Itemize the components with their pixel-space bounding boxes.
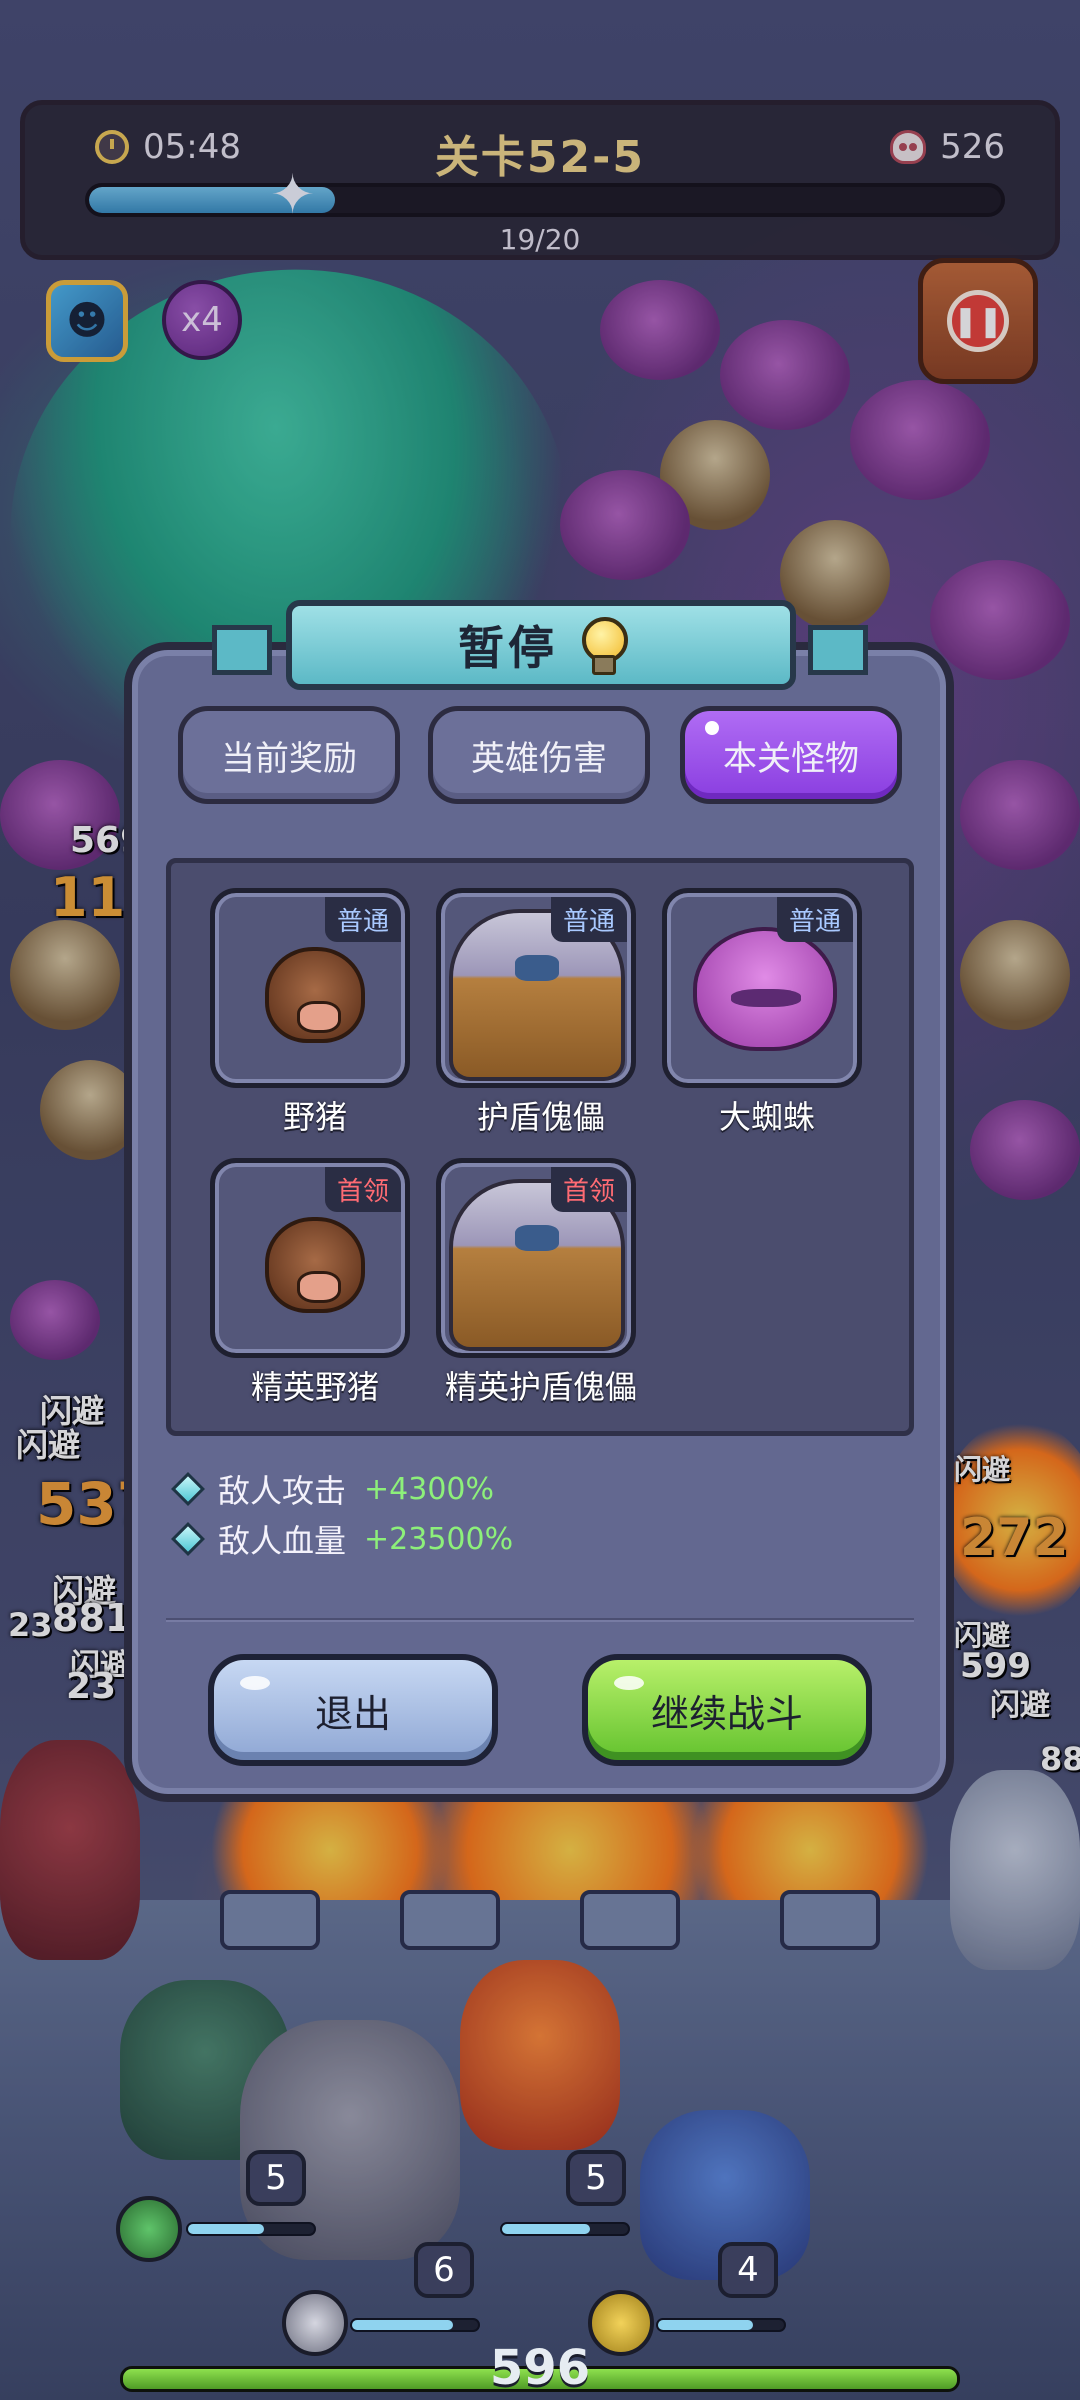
monster-card[interactable]: 首领 精英野猪 (210, 1158, 420, 1408)
stat-label: 敌人血量 (218, 1522, 347, 1560)
monster-portrait: 首领 (436, 1158, 636, 1358)
ribbon-tail (808, 625, 868, 675)
hero-hp-fill (352, 2320, 453, 2330)
monster-name: 精英野猪 (250, 1368, 379, 1406)
boar-icon (265, 1217, 365, 1313)
dialog-title: 暂停 (458, 621, 558, 675)
monster-name: 精英护盾傀儡 (444, 1368, 637, 1406)
hero-hp-bar (350, 2318, 480, 2332)
monster-card[interactable]: 首领 精英护盾傀儡 (436, 1158, 646, 1408)
hero-level-badge: 5 (566, 2150, 626, 2206)
hero-level-badge: 5 (246, 2150, 306, 2206)
hero-hp-fill (188, 2224, 264, 2234)
exit-button[interactable]: 退出 (208, 1654, 498, 1766)
hero-hp-bar (500, 2222, 630, 2236)
monster-name: 大蜘蛛 (718, 1098, 815, 1136)
divider (166, 1618, 914, 1622)
tab-stage-monsters[interactable]: 本关怪物 (680, 706, 902, 804)
hero-hp-bar (656, 2318, 786, 2332)
hero-hp-fill (658, 2320, 753, 2330)
monster-portrait: 首领 (210, 1158, 410, 1358)
tab-hero-damage[interactable]: 英雄伤害 (428, 706, 650, 804)
boar-icon (265, 947, 365, 1043)
hero-hp-fill (502, 2224, 591, 2234)
monster-card[interactable]: 普通 野猪 (210, 888, 420, 1138)
nature-skill-icon[interactable] (116, 2196, 182, 2262)
monster-card[interactable]: 普通 大蜘蛛 (662, 888, 872, 1138)
tab-stage-monsters-label: 本关怪物 (723, 738, 859, 779)
monster-card[interactable]: 普通 护盾傀儡 (436, 888, 646, 1138)
stat-label: 敌人攻击 (218, 1472, 347, 1510)
enemy-attack-stat: 敌人攻击 +4300% (171, 1466, 495, 1512)
monster-tag: 首领 (324, 1167, 401, 1212)
monster-name: 护盾傀儡 (476, 1098, 605, 1136)
monster-portrait: 普通 (662, 888, 862, 1088)
diamond-icon (171, 1472, 205, 1506)
stat-value: +23500% (364, 1521, 514, 1557)
diamond-icon (171, 1522, 205, 1556)
monster-name: 野猪 (282, 1098, 347, 1136)
monster-tag: 首领 (550, 1167, 627, 1212)
exit-button-label: 退出 (314, 1691, 391, 1736)
ribbon-tail (212, 625, 272, 675)
monster-tag: 普通 (324, 897, 401, 942)
spider-icon (693, 927, 837, 1051)
continue-battle-button[interactable]: 继续战斗 (582, 1654, 872, 1766)
dialog-title-ribbon: 暂停 (286, 600, 796, 690)
lightbulb-icon[interactable] (578, 617, 628, 675)
monster-tag: 普通 (550, 897, 627, 942)
stat-value: +4300% (364, 1471, 495, 1507)
monster-portrait: 普通 (210, 888, 410, 1088)
monster-tag: 普通 (776, 897, 853, 942)
hero-level-badge: 4 (718, 2242, 778, 2298)
tab-shine (705, 721, 719, 735)
hero-level-badge: 6 (414, 2242, 474, 2298)
tab-current-rewards[interactable]: 当前奖励 (178, 706, 400, 804)
button-shine (240, 1676, 270, 1690)
button-shine (614, 1676, 644, 1690)
hero-hp-bar (186, 2222, 316, 2236)
monster-portrait: 普通 (436, 888, 636, 1088)
enemy-hp-stat: 敌人血量 +23500% (171, 1516, 514, 1562)
continue-button-label: 继续战斗 (650, 1691, 803, 1736)
base-hp-text: 596 (489, 2340, 591, 2396)
